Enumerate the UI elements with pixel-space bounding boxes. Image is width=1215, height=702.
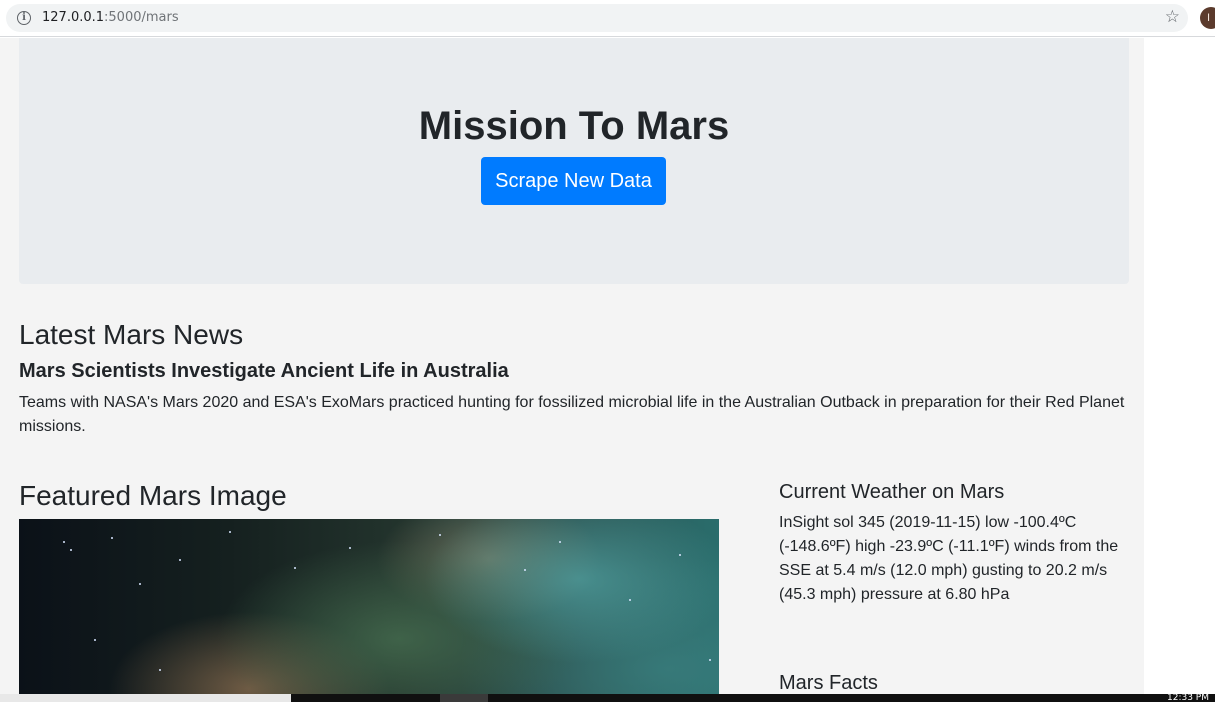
star-dot	[159, 669, 161, 671]
star-dot	[679, 554, 681, 556]
star-dot	[111, 537, 113, 539]
url-text[interactable]: 127.0.0.1:5000/mars	[42, 10, 179, 26]
star-dot	[70, 549, 72, 551]
star-dot	[709, 659, 711, 661]
star-dot	[139, 583, 141, 585]
star-dot	[559, 541, 561, 543]
star-dot	[63, 541, 65, 543]
star-dot	[439, 534, 441, 536]
star-dot	[94, 639, 96, 641]
scrape-new-data-button[interactable]: Scrape New Data	[481, 157, 666, 205]
star-dot	[524, 569, 526, 571]
info-icon[interactable]: i	[17, 11, 31, 25]
weather-heading: Current Weather on Mars	[779, 481, 1005, 503]
mars-facts-heading: Mars Facts	[779, 672, 878, 694]
taskbar-search-box[interactable]	[0, 694, 291, 702]
star-dot	[294, 567, 296, 569]
featured-mars-image	[19, 519, 719, 694]
taskbar-clock: 12:33 PM	[1167, 694, 1209, 702]
news-paragraph: Teams with NASA's Mars 2020 and ESA's Ex…	[19, 394, 1125, 435]
profile-avatar[interactable]: I	[1200, 7, 1215, 29]
taskbar-app-button[interactable]	[440, 694, 488, 702]
page-content: Mission To Mars Scrape New Data Latest M…	[0, 38, 1144, 694]
os-taskbar: 12:33 PM	[0, 694, 1215, 702]
jumbotron: Mission To Mars Scrape New Data	[19, 38, 1129, 284]
url-host: 127.0.0.1	[42, 10, 105, 25]
latest-news-heading: Latest Mars News	[19, 319, 244, 350]
page-margin	[1144, 38, 1215, 694]
address-bar[interactable]: i 127.0.0.1:5000/mars ☆	[6, 4, 1188, 32]
browser-toolbar: i 127.0.0.1:5000/mars ☆ I	[0, 0, 1215, 37]
featured-image-heading: Featured Mars Image	[19, 480, 287, 511]
weather-text: InSight sol 345 (2019-11-15) low -100.4º…	[779, 514, 1119, 603]
news-title: Mars Scientists Investigate Ancient Life…	[19, 360, 509, 382]
star-dot	[229, 531, 231, 533]
star-dot	[349, 547, 351, 549]
star-dot	[629, 599, 631, 601]
page-title: Mission To Mars	[418, 104, 730, 148]
bookmark-star-icon[interactable]: ☆	[1165, 7, 1180, 27]
url-path: :5000/mars	[104, 10, 179, 25]
star-dot	[179, 559, 181, 561]
